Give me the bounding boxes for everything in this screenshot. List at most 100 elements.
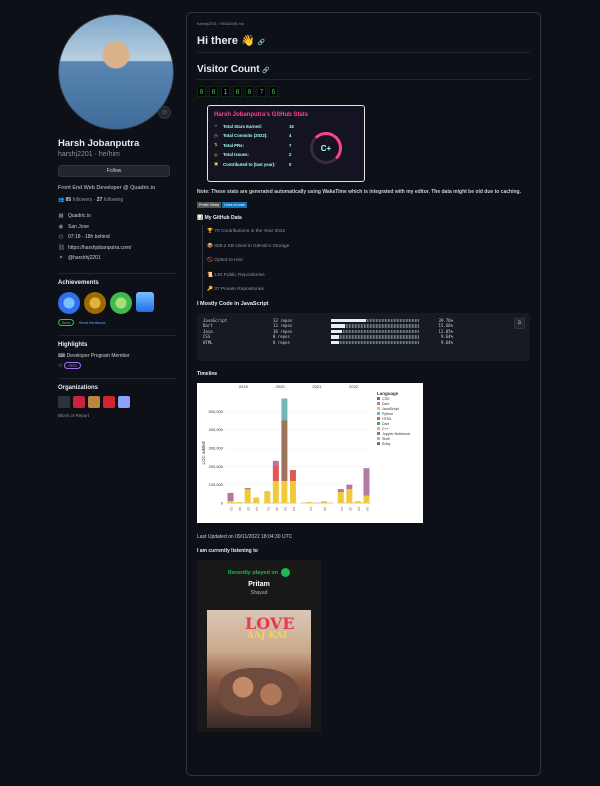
achievement-badge-quickdraw[interactable]: [110, 291, 132, 314]
timeline-bar: [337, 491, 344, 503]
y-tick-label: 100,000: [209, 482, 224, 487]
legend-label: Python: [382, 412, 393, 416]
following-label[interactable]: following: [104, 197, 123, 203]
legend-label: Ruby: [382, 442, 391, 446]
copy-icon[interactable]: ⧉: [514, 317, 525, 329]
timeline-bar: [236, 501, 243, 503]
twitter-icon: ✦: [58, 255, 64, 262]
org-avatar[interactable]: [118, 395, 130, 408]
follow-button[interactable]: Follow: [58, 165, 170, 177]
legend-swatch: [377, 426, 380, 430]
year-label: 2019: [239, 384, 249, 389]
timeline-bar: [363, 467, 370, 496]
legend-label: Dart: [382, 422, 389, 426]
anchor-link-icon[interactable]: 🔗: [262, 68, 269, 74]
timeline-bar: [281, 480, 288, 503]
stat-label: Total Issues:: [223, 152, 249, 158]
detail-website[interactable]: ⛓ https://harshjobanputra.com/: [58, 243, 176, 254]
language-name: JavaScript: [203, 317, 228, 323]
readme-path[interactable]: harshj2201 / README.md: [197, 21, 530, 26]
profile-name: Harsh Jobanputra: [58, 138, 140, 149]
org-avatar[interactable]: [88, 395, 100, 408]
language-percent: 12.05%: [438, 328, 453, 334]
timeline-chart: 0 100,000 200,000 300,000 400,000 500,000 LOC …: [197, 382, 423, 523]
emoji-status-icon[interactable]: ☺: [158, 106, 171, 119]
detail-localtime: ◷ 07:18 - 18h behind: [58, 232, 176, 243]
x-tick-label: Q1: [266, 506, 270, 510]
location-icon: ◉: [58, 223, 64, 230]
language-percent: 39.76%: [438, 317, 453, 323]
legend-label: HTML: [382, 417, 392, 421]
detail-twitter[interactable]: ✦ @harshhj2201: [58, 253, 176, 264]
achievement-badge-arctic[interactable]: [136, 291, 154, 312]
timeline-bar: [272, 480, 279, 503]
legend-label: JavaScript: [382, 407, 399, 411]
following-count[interactable]: 27: [97, 197, 103, 203]
stats-card-title: Harsh Jobanputra's GitHub Stats: [214, 112, 309, 118]
counter-digit: 6: [269, 86, 278, 97]
language-name: Java: [203, 328, 213, 334]
spotify-song: Shayad: [250, 589, 268, 596]
year-label: 2021: [312, 384, 322, 389]
pro-badge: PRO: [64, 361, 82, 369]
cover-title: LOVE: [245, 613, 295, 633]
github-data-item: 🚫 Opted to Hire: [207, 258, 243, 263]
timeline-bar: [363, 495, 370, 503]
achievement-badge-starstruck[interactable]: [58, 291, 80, 314]
spotify-card[interactable]: Recently played on Pritam Shayad LOVE AA…: [197, 559, 321, 732]
org-avatar[interactable]: [103, 395, 115, 408]
spotify-header: Recently played on: [197, 560, 321, 577]
block-report-link[interactable]: Block or Report: [58, 413, 176, 418]
achievement-badge-pull-shark[interactable]: [84, 291, 106, 314]
twitter-link[interactable]: @harshhj2201: [68, 255, 101, 261]
org-avatar[interactable]: [58, 395, 70, 408]
language-repos: 33 repos: [273, 317, 293, 323]
timeline-title: Timeline: [197, 370, 218, 377]
y-tick-label: 0: [221, 500, 224, 505]
x-tick-label: Q4: [292, 506, 296, 510]
language-name: HTML: [203, 339, 213, 345]
followers-count[interactable]: 85: [66, 197, 72, 203]
followers-label[interactable]: followers: [73, 197, 93, 203]
counter-digit: 0: [209, 86, 218, 97]
stat-row: ▣ Contributed to (last year): 0: [214, 160, 358, 169]
github-stats-card[interactable]: Harsh Jobanputra's GitHub Stats ☆ Total S…: [207, 105, 365, 182]
website-link[interactable]: https://harshjobanputra.com/: [68, 245, 131, 251]
avatar[interactable]: ☺: [58, 14, 174, 130]
profile-details: ▦ Quadric.io ◉ San Jose ◷ 07:18 - 18h behin…: [58, 211, 176, 264]
language-repos: 8 repos: [273, 334, 290, 340]
language-repos: 13 repos: [273, 323, 293, 329]
legend-swatch: [377, 431, 380, 435]
timeline-bar: [306, 501, 313, 503]
highlights-title: Highlights: [58, 334, 176, 348]
detail-company: ▦ Quadric.io: [58, 211, 176, 222]
star-icon: ☆: [214, 123, 218, 129]
stat-value: 7: [289, 142, 292, 148]
visitor-heading-text: Visitor Count: [197, 64, 260, 75]
timeline-bar: [321, 500, 327, 503]
language-bar: [331, 324, 419, 328]
send-feedback-link[interactable]: Send feedback: [79, 320, 106, 325]
legend-swatch: [377, 401, 380, 405]
anchor-link-icon[interactable]: 🔗: [258, 40, 265, 46]
timeline-bar: [244, 487, 251, 489]
language-name: CSS: [203, 334, 211, 340]
x-tick-label: Q3: [247, 506, 251, 510]
timeline-bar: [354, 500, 361, 503]
year-label: 2022: [349, 384, 359, 389]
lines-of-code-badge[interactable]: Lines of code: [222, 202, 247, 208]
profile-views-badge[interactable]: Profile Views: [197, 202, 222, 208]
stat-label: Contributed to (last year):: [223, 161, 276, 167]
location-text: San Jose: [68, 223, 89, 230]
company-text: Quadric.io: [68, 213, 91, 220]
achievements-title[interactable]: Achievements: [58, 272, 176, 286]
visitor-count-heading: Visitor Count 🔗: [197, 64, 530, 80]
org-avatar[interactable]: [73, 395, 85, 408]
repo-icon: ▣: [214, 161, 219, 167]
legend-swatch: [377, 406, 380, 410]
clock-icon: ◷: [214, 132, 218, 138]
beta-pill: Beta: [58, 318, 75, 326]
profile-sidebar: ☺ Harsh Jobanputra harshj2201 · he/him F…: [58, 14, 176, 418]
counter-digit: 7: [257, 86, 266, 97]
spotify-header-text: Recently played on: [227, 569, 279, 576]
